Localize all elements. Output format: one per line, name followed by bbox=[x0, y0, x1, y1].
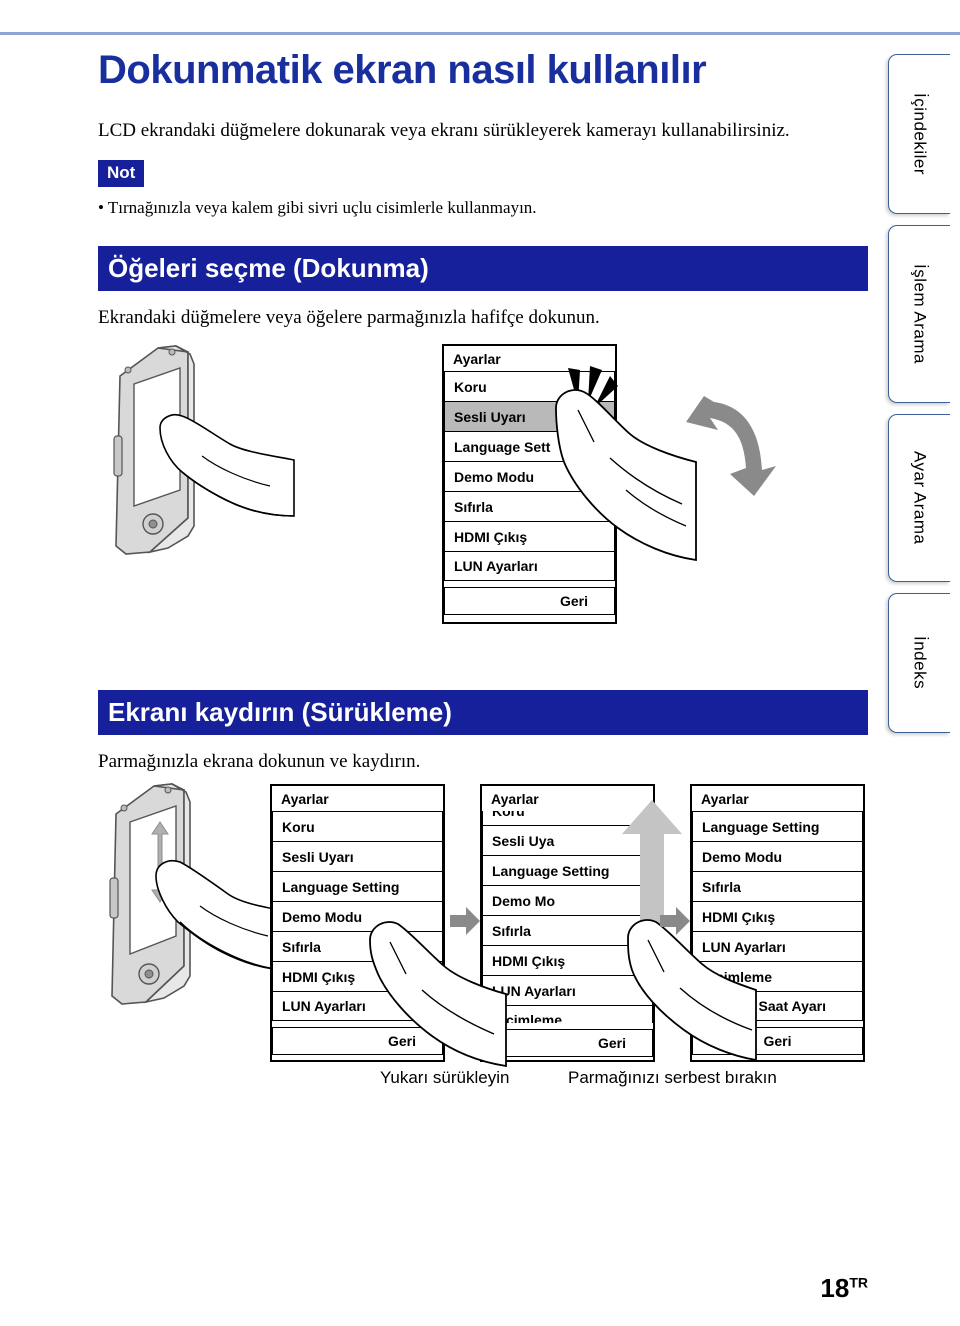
page-number-value: 18 bbox=[820, 1273, 850, 1303]
figure-drag: Ayarlar Koru Sesli Uyarı Language Settin… bbox=[90, 778, 870, 1078]
manual-page: Dokunmatik ekran nasıl kullanılır LCD ek… bbox=[0, 0, 960, 1326]
drag-up-arrow-and-finger-2 bbox=[622, 800, 757, 1062]
menu-row-language-setting[interactable]: Language Setting bbox=[272, 871, 443, 901]
caption-release: Parmağınızı serbest bırakın bbox=[568, 1068, 777, 1087]
section-lead-drag: Parmağınızla ekrana dokunun ve kaydırın. bbox=[98, 751, 421, 772]
pointing-arrow-icon bbox=[686, 396, 776, 496]
transition-arrow-icon-1 bbox=[450, 907, 480, 935]
figure-touch: Ayarlar Koru Sesli Uyarı Language Sett D… bbox=[98, 340, 868, 640]
side-tab-label: İşlem Arama bbox=[910, 264, 930, 364]
side-tab-indeks[interactable]: İndeks bbox=[888, 593, 950, 733]
menu-row-koru[interactable]: Koru bbox=[272, 811, 443, 841]
side-tab-islem-arama[interactable]: İşlem Arama bbox=[888, 225, 950, 403]
side-tab-label: İndeks bbox=[910, 636, 930, 690]
content-column: Dokunmatik ekran nasıl kullanılır LCD ek… bbox=[98, 44, 868, 331]
section-lead-touch: Ekrandaki düğmelere veya öğelere parmağı… bbox=[98, 307, 600, 328]
page-number-suffix: TR bbox=[849, 1274, 868, 1291]
camera-device-touch-illustration bbox=[113, 345, 295, 555]
drag-finger-overlay-1 bbox=[369, 921, 507, 1068]
section-heading-touch: Öğeleri seçme (Dokunma) bbox=[98, 246, 868, 291]
menu-row-sesli-uyari[interactable]: Sesli Uyarı bbox=[272, 841, 443, 871]
touch-finger-overlay bbox=[555, 366, 776, 562]
side-tab-strip: İçindekiler İşlem Arama Ayar Arama İndek… bbox=[888, 54, 950, 744]
transition-arrow-icon-2 bbox=[660, 907, 690, 935]
note-badge: Not bbox=[98, 160, 145, 187]
side-tab-icindekiler[interactable]: İçindekiler bbox=[888, 54, 950, 214]
intro-paragraph: LCD ekrandaki düğmelere dokunarak veya e… bbox=[98, 120, 790, 141]
screen-title: Ayarlar bbox=[281, 791, 329, 807]
section-heading-drag: Ekranı kaydırın (Sürükleme) bbox=[98, 690, 868, 735]
page-number: 18TR bbox=[820, 1273, 868, 1304]
side-tab-ayar-arama[interactable]: Ayar Arama bbox=[888, 414, 950, 582]
content-column-drag: Ekranı kaydırın (Sürükleme) Parmağınızla… bbox=[98, 690, 868, 775]
page-title: Dokunmatik ekran nasıl kullanılır bbox=[98, 48, 707, 92]
caption-drag-up: Yukarı sürükleyin bbox=[380, 1068, 510, 1087]
note-bullet: • Tırnağınızla veya kalem gibi sivri uçl… bbox=[98, 198, 537, 217]
side-tab-label: Ayar Arama bbox=[910, 451, 930, 545]
top-rule bbox=[0, 32, 960, 35]
side-tab-label: İçindekiler bbox=[910, 92, 930, 176]
